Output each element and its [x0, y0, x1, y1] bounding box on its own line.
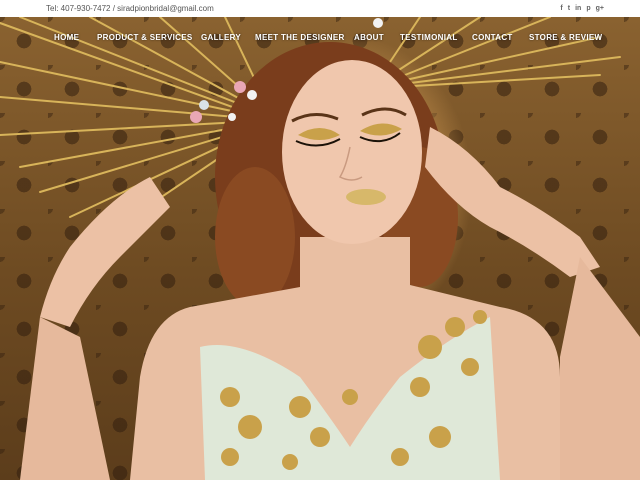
page: Tel: 407-930-7472 / siradpionbridal@gmai…	[0, 0, 640, 500]
gold-lips	[346, 189, 386, 205]
face	[282, 60, 422, 244]
linkedin-icon[interactable]: in	[575, 5, 581, 12]
nav-contact[interactable]: CONTACT	[472, 33, 513, 42]
nav-store-review[interactable]: STORE & REVIEW	[529, 33, 602, 42]
nav-home[interactable]: HOME	[54, 33, 79, 42]
contact-info: Tel: 407-930-7472 / siradpionbridal@gmai…	[46, 4, 214, 13]
main-navigation: HOME PRODUCT & SERVICES GALLERY MEET THE…	[0, 17, 640, 57]
nav-gallery[interactable]: GALLERY	[201, 33, 241, 42]
nav-product-services[interactable]: PRODUCT & SERVICES	[97, 33, 193, 42]
nav-meet-the-designer[interactable]: MEET THE DESIGNER	[255, 33, 345, 42]
hero-illustration	[0, 17, 640, 480]
google-plus-icon[interactable]: g+	[596, 5, 604, 12]
nav-about[interactable]: ABOUT	[354, 33, 384, 42]
twitter-icon[interactable]: t	[568, 5, 570, 12]
nav-testimonial[interactable]: TESTIMONIAL	[400, 33, 458, 42]
top-contact-bar: Tel: 407-930-7472 / siradpionbridal@gmai…	[0, 0, 640, 17]
facebook-icon[interactable]: f	[560, 5, 562, 12]
hero-image	[0, 17, 640, 480]
page-bottom-strip	[0, 480, 640, 500]
social-links: f t in p g+	[560, 5, 604, 12]
pinterest-icon[interactable]: p	[586, 5, 590, 12]
